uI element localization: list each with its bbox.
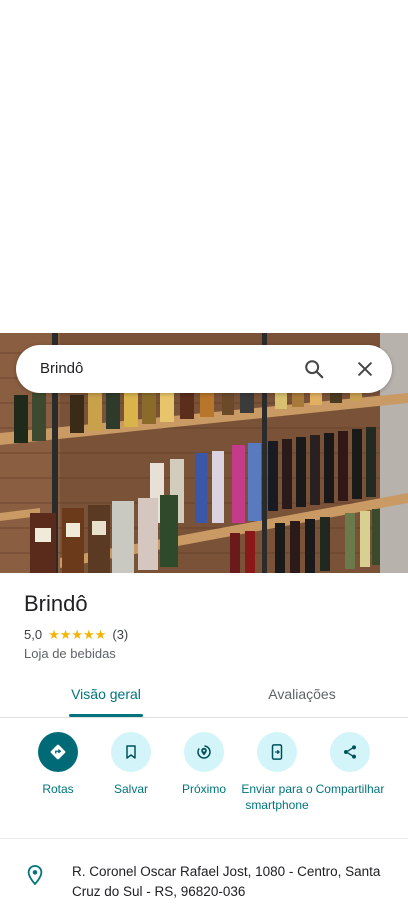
place-sheet: Brindô Brindô 5,0 ★ ★ ★ ★ ★ (3) Loja de … — [0, 0, 408, 906]
close-icon — [358, 362, 372, 376]
star-icon: ★ — [94, 626, 107, 642]
place-title: Brindô — [24, 591, 88, 616]
tab-reviews[interactable]: Avaliações — [232, 676, 372, 718]
section-divider — [0, 838, 408, 839]
send-to-phone-icon — [271, 744, 283, 760]
save-button[interactable]: Salvar — [91, 732, 171, 797]
rating-row[interactable]: 5,0 ★ ★ ★ ★ ★ (3) — [24, 625, 128, 643]
share-label: Compartilhar — [315, 782, 385, 796]
action-buttons: Rotas Salvar Próximo Enviar para o smart… — [0, 730, 408, 838]
search-icon — [305, 360, 324, 379]
place-category: Loja de bebidas — [24, 646, 116, 661]
share-button[interactable]: Compartilhar — [310, 732, 390, 797]
bookmark-icon — [126, 745, 136, 759]
send-to-phone-label: Enviar para o smartphone — [241, 782, 313, 812]
nearby-button[interactable]: Próximo — [164, 732, 244, 797]
place-address: R. Coronel Oscar Rafael Jost, 1080 - Cen… — [72, 864, 381, 899]
star-icon: ★ — [71, 626, 84, 642]
star-icon: ★ — [48, 626, 60, 642]
nearby-button-circle — [184, 732, 224, 772]
active-tab-indicator — [69, 714, 143, 717]
search-query[interactable]: Brindô — [40, 345, 83, 393]
tab-bar: Visão geral Avaliações — [0, 676, 408, 718]
rating-stars: ★ ★ ★ ★ ★ — [48, 628, 106, 641]
nearby-label: Próximo — [181, 782, 226, 796]
share-button-circle — [330, 732, 370, 772]
location-pin-icon — [26, 864, 44, 891]
directions-button[interactable]: Rotas — [18, 732, 98, 797]
send-to-phone-button-circle — [257, 732, 297, 772]
address-row[interactable]: R. Coronel Oscar Rafael Jost, 1080 - Cen… — [0, 856, 408, 906]
search-button[interactable] — [298, 353, 330, 385]
star-icon: ★ — [83, 626, 95, 642]
directions-label: Rotas — [42, 782, 74, 796]
tab-overview[interactable]: Visão geral — [36, 676, 176, 718]
directions-button-circle — [38, 732, 78, 772]
rating-value: 5,0 — [24, 626, 43, 642]
star-icon: ★ — [59, 626, 72, 642]
share-icon — [344, 745, 356, 759]
directions-icon — [50, 744, 66, 760]
review-count: (3) — [112, 626, 129, 642]
save-button-circle — [111, 732, 151, 772]
send-to-phone-button[interactable]: Enviar para o smartphone — [237, 732, 317, 813]
close-button[interactable] — [349, 353, 381, 385]
nearby-icon — [197, 745, 211, 759]
search-bar[interactable]: Brindô — [16, 345, 392, 393]
save-label: Salvar — [113, 782, 148, 796]
